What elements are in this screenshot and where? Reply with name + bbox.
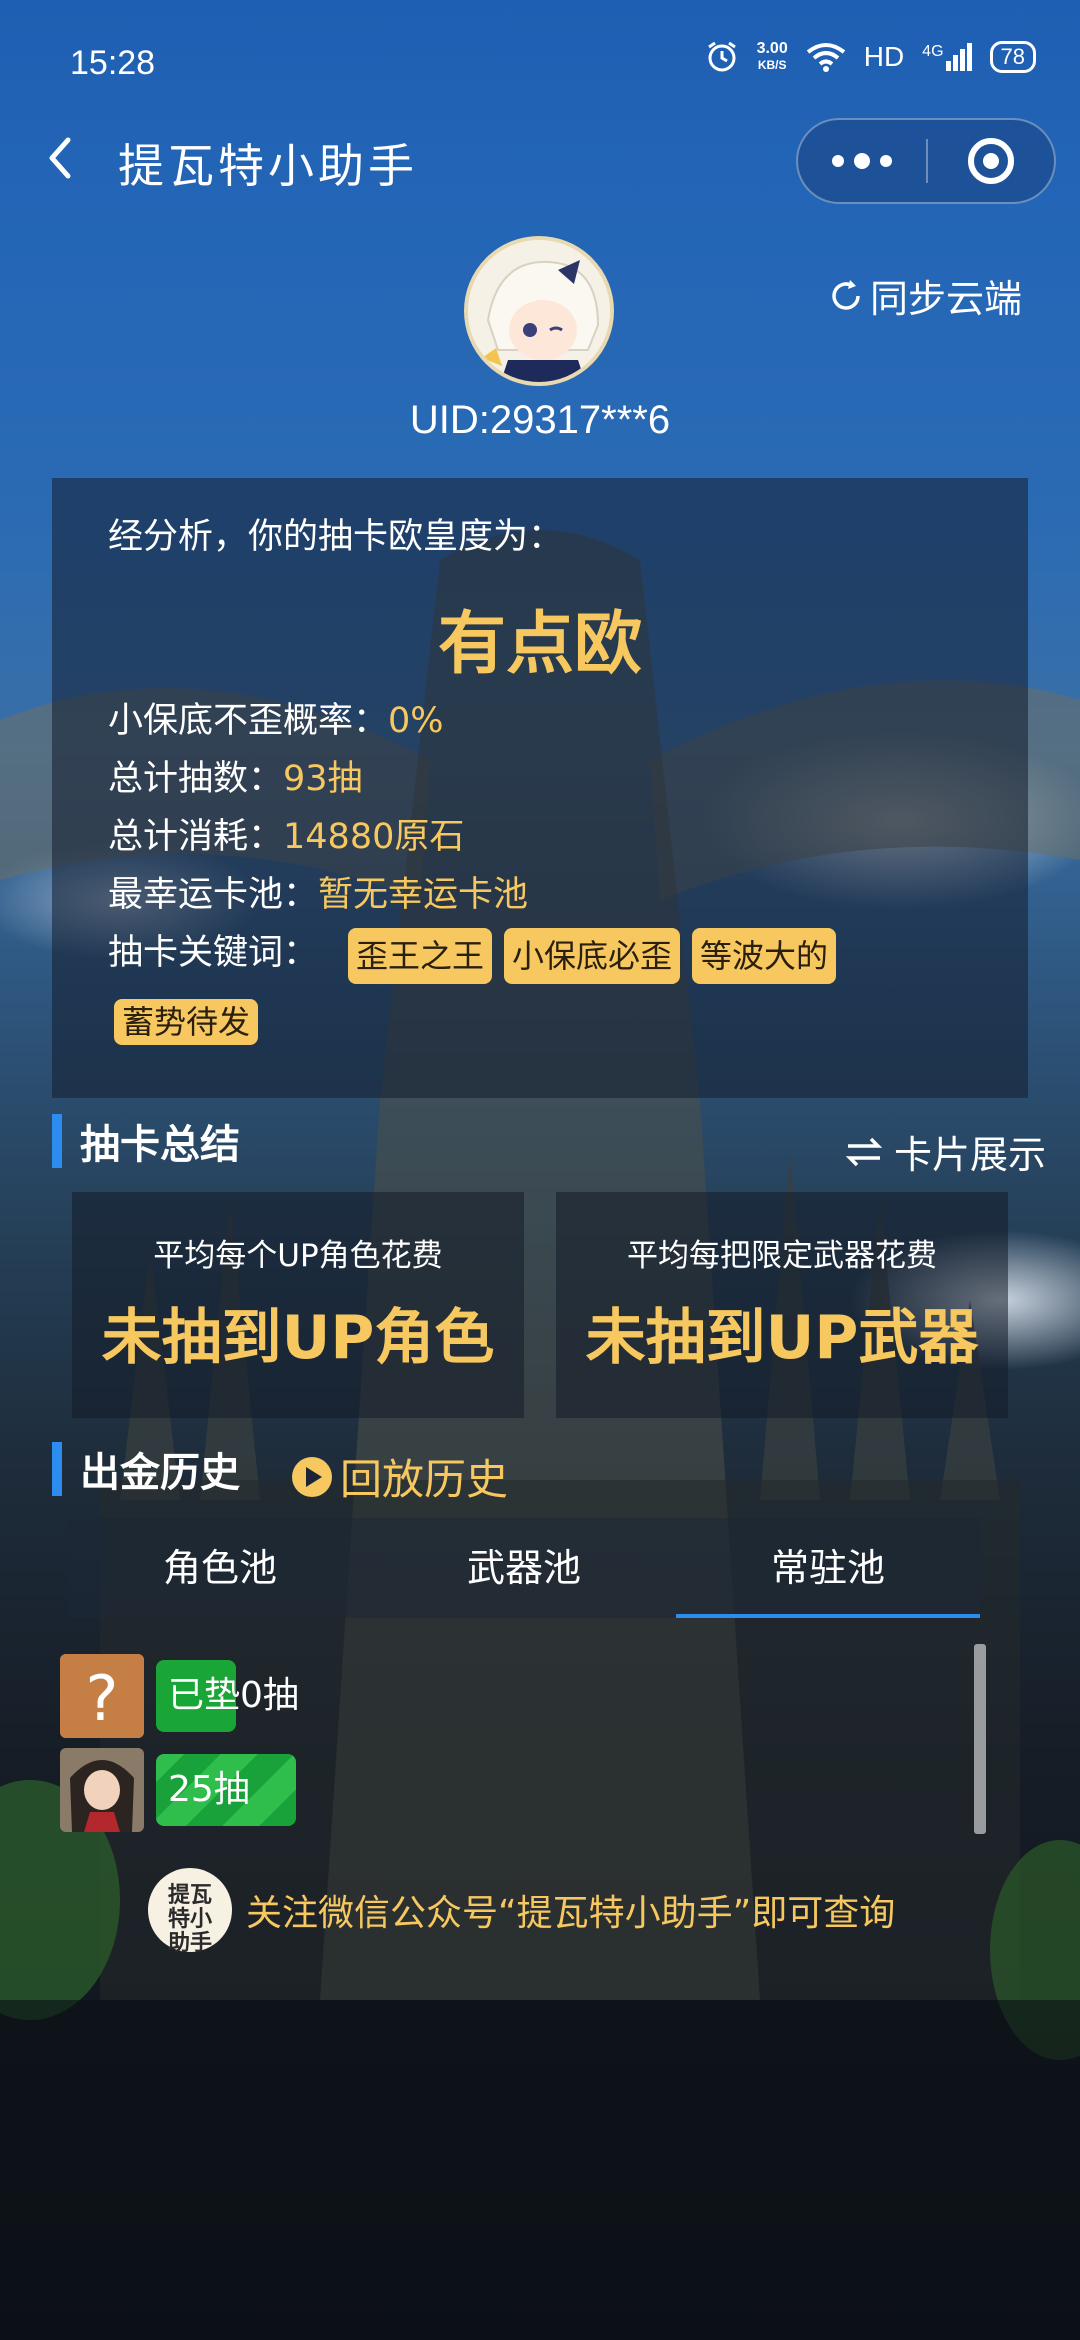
keyword-tag: 小保底必歪	[504, 928, 681, 984]
pity-progress-bar: 已垫0抽	[156, 1660, 299, 1732]
stat-value: 93抽	[283, 759, 363, 799]
uid-label: UID:29317***6	[409, 398, 671, 442]
tab-weapon-pool[interactable]: 武器池	[372, 1518, 676, 1618]
miniprogram-capsule	[796, 118, 1056, 204]
section-accent-bar	[52, 1114, 62, 1168]
dot-icon	[854, 153, 870, 169]
close-miniprogram-button[interactable]	[928, 138, 1054, 184]
pull-count-bar: 25抽	[156, 1754, 296, 1826]
status-time: 15:28	[70, 44, 156, 82]
assistant-logo: 提瓦特小助手	[148, 1868, 232, 1956]
stat-row: 总计抽数：93抽	[108, 750, 363, 801]
pity-label: 已垫0抽	[168, 1675, 299, 1716]
up-character-cost-card: 平均每个UP角色花费 未抽到UP角色	[72, 1192, 524, 1418]
card-display-label: 卡片展示	[893, 1133, 1046, 1177]
pull-count-label: 25抽	[168, 1769, 250, 1810]
keywords-label: 抽卡关键词：	[108, 933, 319, 973]
dot-icon	[880, 155, 892, 167]
stat-label: 小保底不歪概率：	[108, 701, 389, 741]
section-accent-bar	[52, 1442, 62, 1496]
wechat-follow-text: 关注微信公众号“提瓦特小助手”即可查询	[246, 1893, 896, 1934]
analysis-panel: 经分析，你的抽卡欧皇度为： 有点欧 小保底不歪概率：0% 总计抽数：93抽 总计…	[52, 478, 1028, 1098]
luck-rating: 有点欧	[437, 605, 642, 684]
sync-cloud-button[interactable]: 同步云端	[828, 268, 1022, 323]
signal-icon: 4G	[922, 43, 972, 71]
swap-icon	[845, 1137, 883, 1166]
card-label: 平均每个UP角色花费	[153, 1238, 443, 1274]
chevron-left-icon	[49, 137, 71, 179]
more-options-button[interactable]	[798, 120, 926, 202]
summary-section-header: 抽卡总结	[52, 1112, 240, 1170]
up-weapon-cost-card: 平均每把限定武器花费 未抽到UP武器	[556, 1192, 1008, 1418]
wifi-icon	[806, 43, 845, 72]
history-title: 出金历史	[80, 1450, 240, 1496]
back-button[interactable]	[36, 128, 86, 188]
speed-unit: KB/S	[757, 58, 787, 72]
target-icon	[968, 138, 1014, 184]
card-value: 未抽到UP武器	[585, 1303, 979, 1373]
replay-history-button[interactable]: 回放历史	[292, 1446, 508, 1507]
card-display-button[interactable]: 卡片展示	[844, 1124, 1046, 1179]
page-title: 提瓦特小助手	[118, 139, 418, 193]
alarm-icon	[707, 41, 736, 72]
logo-text: 提瓦特小助手	[167, 1883, 212, 1956]
paimon-avatar-icon	[468, 240, 610, 382]
sync-label: 同步云端	[869, 277, 1022, 321]
card-label: 平均每把限定武器花费	[627, 1238, 937, 1274]
avatar	[464, 236, 614, 386]
keyword-tag: 歪王之王	[348, 928, 493, 984]
play-icon	[292, 1456, 332, 1497]
stat-label: 总计抽数：	[108, 759, 284, 799]
stat-row: 小保底不歪概率：0%	[108, 692, 444, 743]
stat-value: 暂无幸运卡池	[318, 875, 529, 915]
stat-value: 14880原石	[283, 817, 465, 857]
stat-row: 最幸运卡池：暂无幸运卡池	[108, 866, 528, 917]
wechat-follow-banner[interactable]: 提瓦特小助手 关注微信公众号“提瓦特小助手”即可查询	[148, 1868, 896, 1956]
battery-indicator: 78	[989, 41, 1036, 73]
card-value: 未抽到UP角色	[101, 1303, 495, 1373]
network-type: 4G	[922, 43, 944, 60]
svg-text:?: ?	[86, 1662, 119, 1735]
summary-title: 抽卡总结	[80, 1122, 240, 1168]
analysis-intro: 经分析，你的抽卡欧皇度为：	[108, 517, 564, 557]
tab-character-pool[interactable]: 角色池	[68, 1518, 372, 1618]
history-scrollbar[interactable]	[974, 1644, 986, 1834]
speed-value: 3.00	[756, 40, 788, 57]
unknown-character-icon: ?	[60, 1654, 144, 1738]
stat-value: 0%	[388, 701, 444, 741]
history-section-header: 出金历史	[52, 1440, 240, 1498]
network-speed: 3.00 KB/S	[757, 41, 788, 73]
keyword-tags: 歪王之王 小保底必歪 等波大的	[348, 928, 837, 984]
keyword-tag: 蓄势待发	[114, 999, 259, 1045]
hd-label: HD	[863, 41, 905, 72]
stat-row: 总计消耗：14880原石	[108, 808, 464, 859]
refresh-icon	[832, 279, 860, 310]
character-portrait-icon	[60, 1748, 144, 1832]
keyword-tag: 等波大的	[692, 928, 837, 984]
tab-standard-pool[interactable]: 常驻池	[676, 1518, 980, 1618]
stat-label: 最幸运卡池：	[108, 875, 319, 915]
dot-icon	[832, 155, 844, 167]
pool-tabs: 角色池 武器池 常驻池	[68, 1518, 980, 1618]
status-icons: 3.00 KB/S HD 4G 78	[705, 40, 1036, 74]
stat-label: 总计消耗：	[108, 817, 284, 857]
replay-label: 回放历史	[340, 1455, 509, 1504]
